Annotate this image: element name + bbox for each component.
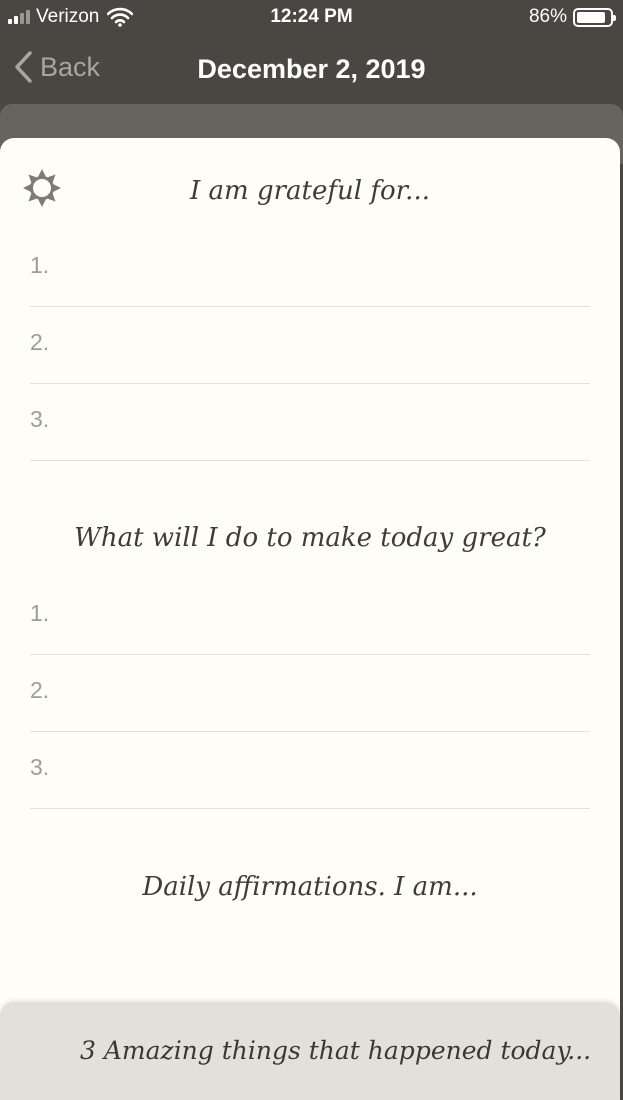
entry-number: 3. <box>30 406 50 432</box>
great-today-entry-3[interactable]: 3. <box>30 732 590 809</box>
grateful-entry-3[interactable]: 3. <box>30 384 590 461</box>
entry-number: 2. <box>30 329 50 355</box>
grateful-entry-1[interactable]: 1. <box>30 230 590 307</box>
great-today-entry-2[interactable]: 2. <box>30 655 590 732</box>
status-bar: Verizon 12:24 PM 86% <box>0 0 623 36</box>
great-today-heading: What will I do to make today great? <box>74 523 546 553</box>
evening-heading: 3 Amazing things that happened today... <box>80 1036 592 1065</box>
entry-number: 1. <box>30 600 50 626</box>
affirmations-heading: Daily affirmations. I am... <box>142 872 478 902</box>
page-title: December 2, 2019 <box>197 54 426 84</box>
journal-card: I am grateful for... 1. 2. 3. What will … <box>0 138 620 1038</box>
entry-number: 3. <box>30 754 50 780</box>
nav-bar: Back December 2, 2019 <box>0 36 623 104</box>
battery-icon <box>573 7 616 27</box>
moon-icon <box>27 1036 63 1068</box>
status-right: 86% <box>528 6 616 28</box>
grateful-entry-2[interactable]: 2. <box>30 307 590 384</box>
entry-number: 1. <box>30 252 50 278</box>
battery-percent: 86% <box>528 6 567 27</box>
entry-number: 2. <box>30 677 50 703</box>
great-today-entry-1[interactable]: 1. <box>30 578 590 655</box>
battery-fill <box>577 11 605 23</box>
evening-section-bar[interactable]: 3 Amazing things that happened today... <box>0 1002 620 1100</box>
grateful-heading: I am grateful for... <box>190 176 430 206</box>
